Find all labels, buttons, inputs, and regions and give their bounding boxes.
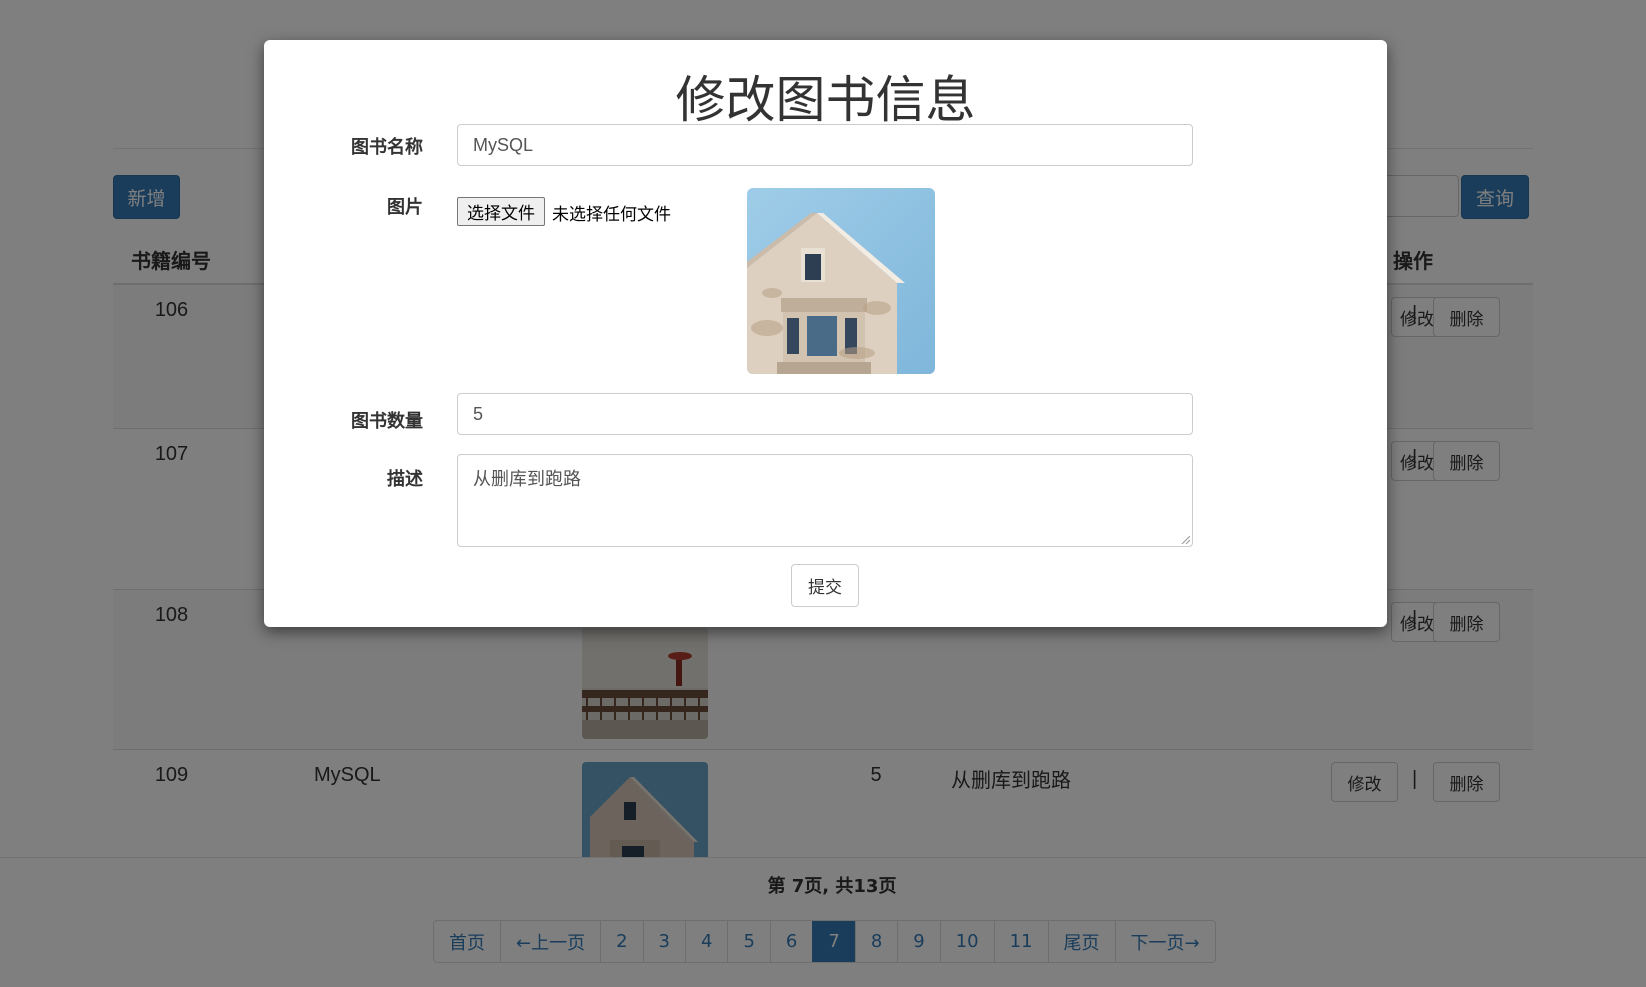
description-label: 描述 xyxy=(387,469,423,490)
choose-file-button[interactable]: 选择文件 xyxy=(457,197,545,226)
book-name-input[interactable]: MySQL xyxy=(457,124,1193,166)
image-label: 图片 xyxy=(387,197,423,218)
modal-title: 修改图书信息 xyxy=(675,71,976,129)
submit-button[interactable]: 提交 xyxy=(791,564,859,607)
resize-grip-icon[interactable] xyxy=(1180,534,1190,544)
edit-book-modal: 修改图书信息 图书名称 MySQL 图片 选择文件 未选择任何文件 图书数量 5… xyxy=(264,40,1387,627)
house-photo-image xyxy=(747,188,935,374)
file-status-text: 未选择任何文件 xyxy=(552,205,671,225)
book-count-label: 图书数量 xyxy=(351,411,423,432)
book-name-label: 图书名称 xyxy=(351,137,423,158)
description-text: 从删库到跑路 xyxy=(473,469,581,490)
book-cover-preview xyxy=(747,188,935,374)
description-textarea[interactable]: 从删库到跑路 xyxy=(457,454,1193,547)
book-count-input[interactable]: 5 xyxy=(457,393,1193,435)
